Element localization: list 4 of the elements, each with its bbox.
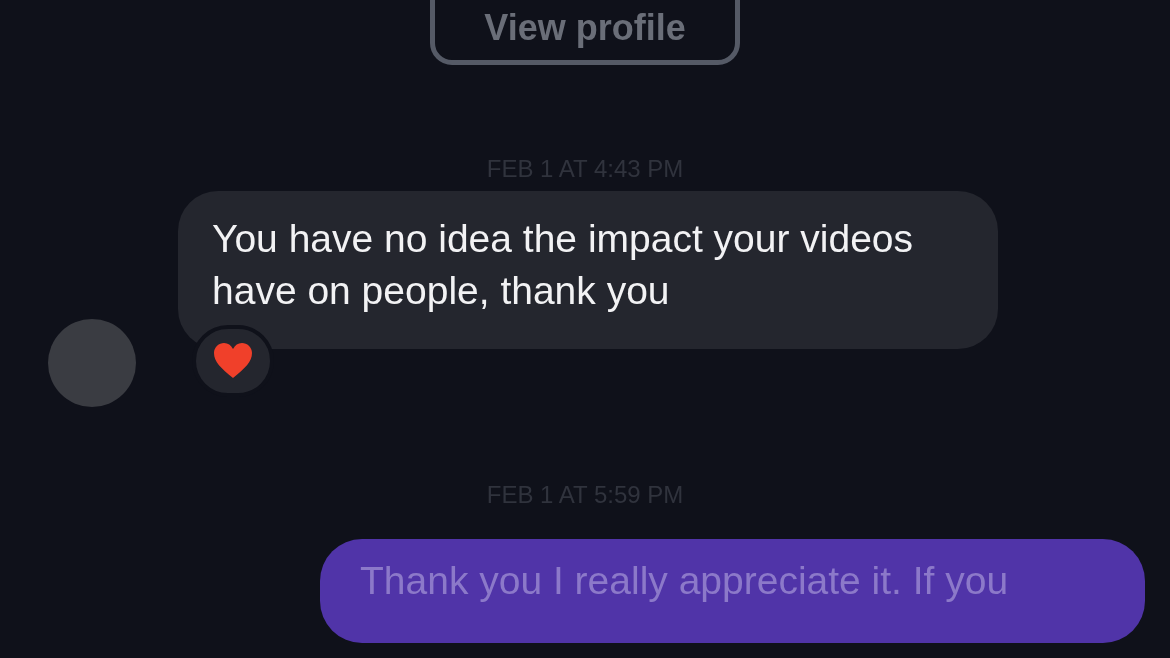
incoming-message: You have no idea the impact your videos have on people, thank you [178,191,998,349]
heart-icon [213,343,253,379]
view-profile-button[interactable]: View profile [430,0,740,65]
outgoing-message: Thank you I really appreciate it. If you [320,539,1145,643]
